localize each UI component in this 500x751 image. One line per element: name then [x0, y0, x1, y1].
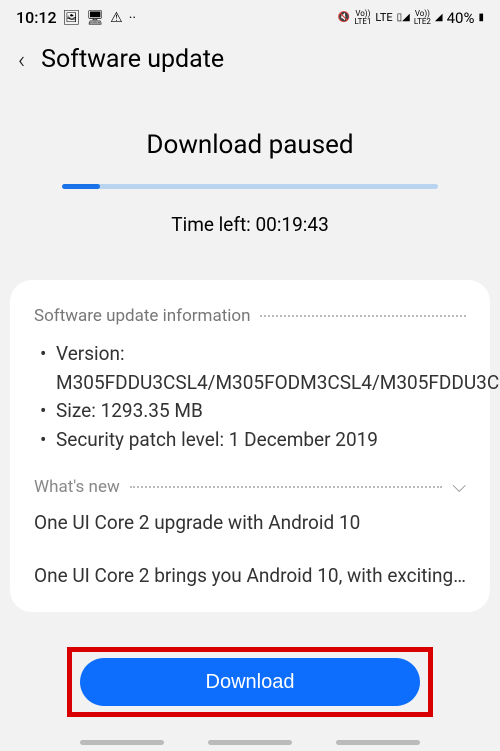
- page-title: Software update: [41, 45, 224, 74]
- download-button[interactable]: Download: [80, 658, 420, 706]
- nav-bar: [0, 740, 500, 745]
- whats-new-label: What's new: [34, 477, 120, 497]
- battery-percent: 40%: [447, 9, 475, 27]
- volte1-icon: Vo))LTE1: [354, 10, 371, 26]
- version-line: Version: M305FDDU3CSL4/M305FODM3CSL4/M30…: [38, 340, 466, 397]
- volte2-icon: Vo))LTE2: [414, 10, 431, 26]
- whats-new-line1: One UI Core 2 upgrade with Android 10: [34, 509, 466, 538]
- download-status-section: Download paused Time left: 00:19:43: [0, 82, 500, 260]
- divider-dotted: [260, 315, 466, 317]
- signal2-icon: ◢: [435, 12, 443, 23]
- highlight-box: Download: [67, 647, 433, 717]
- header: ‹ Software update: [0, 31, 500, 82]
- status-bar: 10:12 🖼 🖥 ⚠ ·· 🔇 Vo))LTE1 LTE ▯◢ Vo))LTE…: [0, 0, 500, 31]
- display-icon: 🖥: [86, 10, 104, 26]
- progress-fill: [62, 184, 100, 189]
- download-status-title: Download paused: [20, 130, 480, 160]
- image-icon: 🖼: [63, 10, 81, 26]
- nav-back[interactable]: [336, 740, 420, 745]
- security-line: Security patch level: 1 December 2019: [38, 426, 466, 455]
- status-time: 10:12: [16, 8, 57, 27]
- info-list: Version: M305FDDU3CSL4/M305FODM3CSL4/M30…: [34, 340, 466, 454]
- battery-icon: ▮: [478, 12, 484, 23]
- whats-new-body: One UI Core 2 upgrade with Android 10 On…: [34, 509, 466, 590]
- lte-label: LTE: [375, 11, 392, 24]
- nav-recent[interactable]: [80, 740, 164, 745]
- mute-icon: 🔇: [338, 12, 350, 23]
- time-left-label: Time left: 00:19:43: [20, 213, 480, 236]
- info-section-label: Software update information: [34, 306, 250, 326]
- chevron-down-icon[interactable]: ⌵: [452, 476, 466, 497]
- info-card: Software update information Version: M30…: [10, 280, 490, 612]
- signal1-icon: ▯◢: [397, 12, 410, 23]
- whats-new-line2: One UI Core 2 brings you Android 10, wit…: [34, 562, 466, 591]
- back-icon[interactable]: ‹: [18, 46, 25, 74]
- warning-icon: ⚠: [110, 10, 123, 26]
- size-line: Size: 1293.35 MB: [38, 397, 466, 426]
- more-icon: ··: [129, 10, 136, 26]
- divider-dotted: [130, 486, 443, 488]
- nav-home[interactable]: [208, 740, 292, 745]
- progress-bar: [62, 184, 438, 189]
